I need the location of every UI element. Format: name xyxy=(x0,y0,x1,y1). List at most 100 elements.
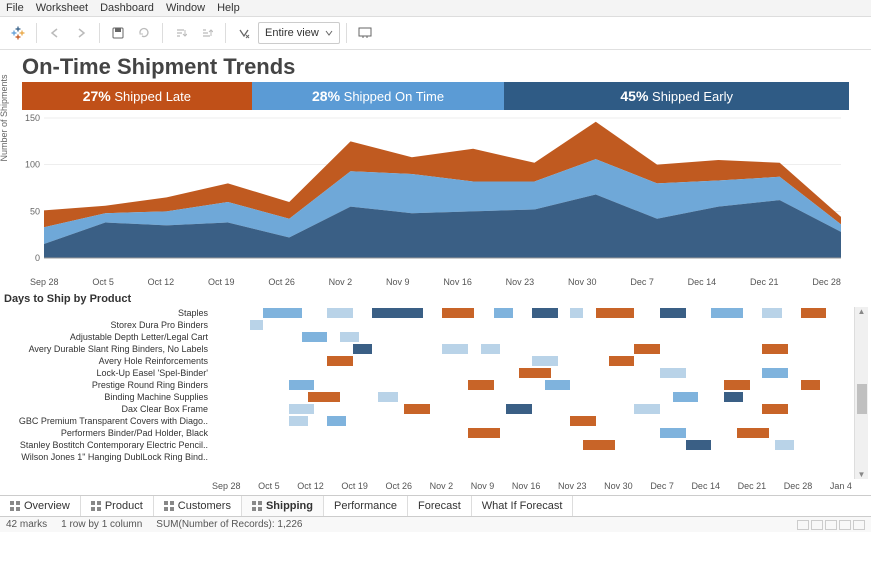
gantt-bar[interactable] xyxy=(570,416,596,426)
gantt-bar[interactable] xyxy=(724,392,743,402)
svg-text:0: 0 xyxy=(35,253,40,263)
area-chart-container: Number of Shipments 050100150 Sep 28Oct … xyxy=(22,112,849,287)
gantt-bar[interactable] xyxy=(442,308,474,318)
refresh-icon[interactable] xyxy=(132,21,156,45)
gantt-bar[interactable] xyxy=(762,308,781,318)
menu-dashboard[interactable]: Dashboard xyxy=(100,2,154,14)
sort-asc-icon[interactable] xyxy=(169,21,193,45)
gantt-bar[interactable] xyxy=(353,344,372,354)
gantt-bar[interactable] xyxy=(660,308,686,318)
gantt-row-label: Stanley Bostitch Contemporary Electric P… xyxy=(4,439,212,451)
dashboard-icon xyxy=(91,501,101,511)
gantt-bar[interactable] xyxy=(289,404,315,414)
tab-product[interactable]: Product xyxy=(81,496,154,516)
gantt-bar[interactable] xyxy=(289,416,308,426)
gantt-bar[interactable] xyxy=(327,416,346,426)
tableau-logo-icon[interactable] xyxy=(6,21,30,45)
sort-desc-icon[interactable] xyxy=(195,21,219,45)
view-thumbnails[interactable] xyxy=(797,520,865,530)
gantt-bar[interactable] xyxy=(372,308,423,318)
gantt-bar[interactable] xyxy=(327,308,353,318)
gantt-bar[interactable] xyxy=(711,308,743,318)
status-bar: 42 marks 1 row by 1 column SUM(Number of… xyxy=(0,517,871,532)
gantt-row xyxy=(212,307,852,319)
kpi-late[interactable]: 27% Shipped Late xyxy=(22,82,252,110)
save-icon[interactable] xyxy=(106,21,130,45)
gantt-bar[interactable] xyxy=(289,380,315,390)
tab-what-if-forecast[interactable]: What If Forecast xyxy=(472,496,574,516)
gantt-bar[interactable] xyxy=(519,368,551,378)
gantt-bar[interactable] xyxy=(609,356,635,366)
menu-worksheet[interactable]: Worksheet xyxy=(36,2,88,14)
gantt-bar[interactable] xyxy=(660,428,686,438)
gantt-bar[interactable] xyxy=(340,332,359,342)
tab-overview[interactable]: Overview xyxy=(0,496,81,516)
gantt-row xyxy=(212,343,852,355)
gantt-bar[interactable] xyxy=(404,404,430,414)
view-mode-select[interactable]: Entire view xyxy=(258,22,340,44)
gantt-bar[interactable] xyxy=(634,404,660,414)
gantt-row-label: Lock-Up Easel 'Spel-Binder' xyxy=(4,367,212,379)
clear-icon[interactable] xyxy=(232,21,256,45)
forward-icon[interactable] xyxy=(69,21,93,45)
gantt-bar[interactable] xyxy=(634,344,660,354)
kpi-ontime[interactable]: 28% Shipped On Time xyxy=(252,82,505,110)
y-axis-label: Number of Shipments xyxy=(0,74,9,161)
gantt-bar[interactable] xyxy=(468,380,494,390)
gantt-title: Days to Ship by Product xyxy=(0,287,871,307)
gantt-row-label: Performers Binder/Pad Holder, Black xyxy=(4,427,212,439)
tab-shipping[interactable]: Shipping xyxy=(242,496,324,516)
presentation-icon[interactable] xyxy=(353,21,377,45)
gantt-bar[interactable] xyxy=(481,344,500,354)
gantt-bar[interactable] xyxy=(250,320,263,330)
gantt-area: StaplesStorex Dura Pro BindersAdjustable… xyxy=(0,307,871,479)
menu-help[interactable]: Help xyxy=(217,2,240,14)
gantt-row xyxy=(212,427,852,439)
kpi-row: 27% Shipped Late 28% Shipped On Time 45%… xyxy=(22,82,849,110)
gantt-bar[interactable] xyxy=(506,404,532,414)
gantt-scrollbar[interactable]: ▲ ▼ xyxy=(854,307,868,479)
tab-forecast[interactable]: Forecast xyxy=(408,496,472,516)
gantt-bar[interactable] xyxy=(468,428,500,438)
gantt-bar[interactable] xyxy=(545,380,571,390)
gantt-bar[interactable] xyxy=(762,368,788,378)
gantt-bar[interactable] xyxy=(263,308,301,318)
gantt-bar[interactable] xyxy=(302,332,328,342)
scroll-up-icon[interactable]: ▲ xyxy=(858,307,866,316)
gantt-row xyxy=(212,367,852,379)
gantt-bar[interactable] xyxy=(673,392,699,402)
gantt-row xyxy=(212,355,852,367)
gantt-row xyxy=(212,403,852,415)
gantt-bar[interactable] xyxy=(442,344,468,354)
gantt-bar[interactable] xyxy=(801,308,827,318)
gantt-bar[interactable] xyxy=(660,368,686,378)
scroll-down-icon[interactable]: ▼ xyxy=(858,470,866,479)
gantt-bar[interactable] xyxy=(801,380,820,390)
gantt-bar[interactable] xyxy=(775,440,794,450)
gantt-bar[interactable] xyxy=(532,308,558,318)
tab-customers[interactable]: Customers xyxy=(154,496,242,516)
gantt-bar[interactable] xyxy=(494,308,513,318)
gantt-bar[interactable] xyxy=(686,440,712,450)
gantt-row-label: Wilson Jones 1" Hanging DublLock Ring Bi… xyxy=(4,451,212,463)
area-chart[interactable]: 050100150 xyxy=(22,112,849,272)
gantt-bar[interactable] xyxy=(583,440,615,450)
menu-file[interactable]: File xyxy=(6,2,24,14)
gantt-chart[interactable] xyxy=(212,307,852,479)
scroll-thumb[interactable] xyxy=(857,384,867,414)
gantt-bar[interactable] xyxy=(327,356,353,366)
gantt-bar[interactable] xyxy=(378,392,397,402)
gantt-bar[interactable] xyxy=(308,392,340,402)
gantt-bar[interactable] xyxy=(532,356,558,366)
back-icon[interactable] xyxy=(43,21,67,45)
gantt-row xyxy=(212,451,852,463)
gantt-bar[interactable] xyxy=(762,344,788,354)
gantt-bar[interactable] xyxy=(596,308,634,318)
gantt-bar[interactable] xyxy=(724,380,750,390)
kpi-early[interactable]: 45% Shipped Early xyxy=(504,82,849,110)
menu-window[interactable]: Window xyxy=(166,2,205,14)
gantt-bar[interactable] xyxy=(737,428,769,438)
tab-performance[interactable]: Performance xyxy=(324,496,408,516)
gantt-bar[interactable] xyxy=(570,308,583,318)
gantt-bar[interactable] xyxy=(762,404,788,414)
